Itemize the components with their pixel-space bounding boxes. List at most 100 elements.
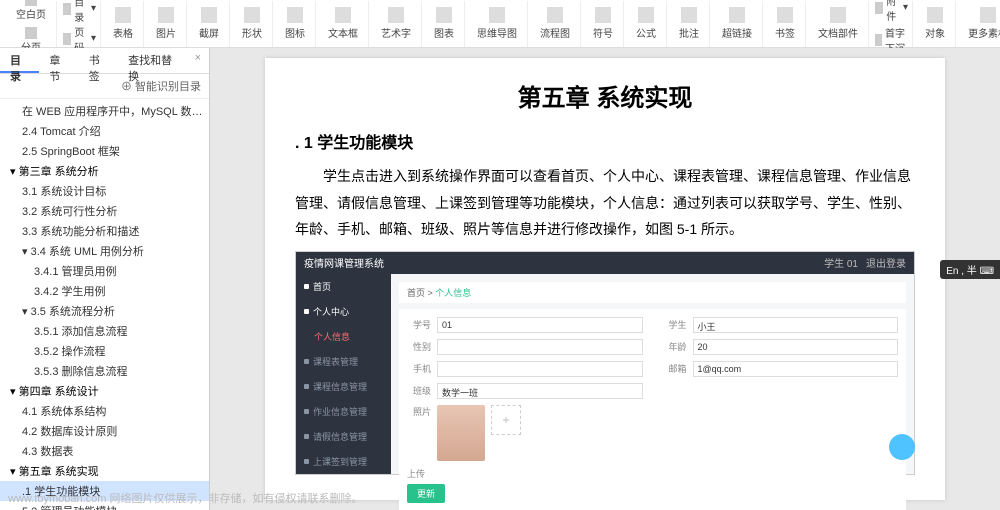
label-photo: 照片 xyxy=(407,405,431,418)
hyperlink-icon xyxy=(729,7,745,23)
outline-item[interactable]: 2.4 Tomcat 介绍 xyxy=(0,121,209,141)
outline-item[interactable]: 3.4.1 管理员用例 xyxy=(0,261,209,281)
input-email: 1@qq.com xyxy=(693,361,899,377)
sidebar-item-checkin: 上课签到管理 xyxy=(296,449,391,474)
app-logout: 退出登录 xyxy=(866,255,906,270)
label-name: 学生 xyxy=(663,318,687,331)
outline-item[interactable]: ▾ 第三章 系统分析 xyxy=(0,161,209,181)
checkin-icon xyxy=(304,459,309,464)
more-material-button[interactable]: 更多素材 xyxy=(962,5,1000,42)
artword-button[interactable]: 艺术字 xyxy=(375,5,417,42)
page: 第五章 系统实现 . 1 学生功能模块 学生点击进入到系统操作界面可以查看首页、… xyxy=(265,58,945,500)
label-class: 班级 xyxy=(407,384,431,397)
picture-icon xyxy=(158,7,174,23)
input-class: 数学一班 xyxy=(437,383,643,399)
input-sid: 01 xyxy=(437,317,643,333)
iconlib-icon xyxy=(287,7,303,23)
textbox-button[interactable]: 文本框 xyxy=(322,5,364,42)
outline-item[interactable]: 3.4.2 学生用例 xyxy=(0,281,209,301)
dropcap-icon xyxy=(875,34,882,46)
sidebar-item-center: 个人中心 xyxy=(296,299,391,324)
app-sidebar: 首页 个人中心 个人信息 课程表管理 课程信息管理 作业信息管理 请假信息管理 … xyxy=(296,274,391,474)
outline-item[interactable]: 3.3 系统功能分析和描述 xyxy=(0,221,209,241)
docpart-button[interactable]: 文档部件 xyxy=(812,5,864,42)
section-title: . 1 学生功能模块 xyxy=(295,129,915,153)
label-phone: 手机 xyxy=(407,362,431,375)
outline-item[interactable]: 4.3 数据表 xyxy=(0,441,209,461)
home-icon xyxy=(304,284,309,289)
formula-button[interactable]: 公式 xyxy=(630,5,662,42)
smart-toc-button[interactable]: ⊕ 智能识别目录 xyxy=(121,78,201,94)
photo-thumbnail xyxy=(437,405,485,461)
table-icon xyxy=(115,7,131,23)
label-age: 年龄 xyxy=(663,340,687,353)
outline-item[interactable]: ▾ 第四章 系统设计 xyxy=(0,381,209,401)
bookmark-icon xyxy=(777,7,793,23)
body-paragraph: 学生点击进入到系统操作界面可以查看首页、个人中心、课程表管理、课程信息管理、作业… xyxy=(295,163,915,243)
user-icon xyxy=(304,309,309,314)
chart-icon xyxy=(436,7,452,23)
attach-button[interactable]: 附件 ▾ xyxy=(875,0,908,23)
sidebar-item-coursetable: 课程表管理 xyxy=(296,349,391,374)
breadcrumb: 首页 > 个人信息 xyxy=(399,282,906,303)
outline-item[interactable]: 3.5.2 操作流程 xyxy=(0,341,209,361)
flowchart-button[interactable]: 流程图 xyxy=(534,5,576,42)
sidebar-item-courseinfo: 课程信息管理 xyxy=(296,374,391,399)
symbol-button[interactable]: 符号 xyxy=(587,5,619,42)
outline-item[interactable]: 2.5 SpringBoot 框架 xyxy=(0,141,209,161)
outline-list[interactable]: 在 WEB 应用程序开中，MySQL 数据库是传个普遍使用...2.4 Tomc… xyxy=(0,99,209,510)
hyperlink-button[interactable]: 超链接 xyxy=(716,5,758,42)
sidebar-item-homework: 作业信息管理 xyxy=(296,399,391,424)
iconlib-button[interactable]: 图标 xyxy=(279,5,311,42)
catalog-button[interactable]: 目录 ▾ xyxy=(63,0,96,24)
attach-icon xyxy=(875,2,883,14)
app-title: 疫情网课管理系统 xyxy=(304,255,384,270)
outline-item[interactable]: 3.5.3 删除信息流程 xyxy=(0,361,209,381)
catalog-icon xyxy=(63,3,71,15)
shape-icon xyxy=(244,7,260,23)
label-email: 邮箱 xyxy=(663,362,687,375)
tab-findreplace[interactable]: 查找和替换 xyxy=(118,48,186,73)
mindmap-icon xyxy=(489,7,505,23)
ime-indicator[interactable]: En , 半 ⌨ xyxy=(940,260,1000,279)
mindmap-button[interactable]: 思维导图 xyxy=(471,5,523,42)
object-button[interactable]: 对象 xyxy=(919,5,951,42)
outline-item[interactable]: ▾ 3.5 系统流程分析 xyxy=(0,301,209,321)
document-area[interactable]: 第五章 系统实现 . 1 学生功能模块 学生点击进入到系统操作界面可以查看首页、… xyxy=(210,48,1000,510)
homework-icon xyxy=(304,409,309,414)
outline-item[interactable]: 4.2 数据库设计原则 xyxy=(0,421,209,441)
bookmark-button[interactable]: 书签 xyxy=(769,5,801,42)
picture-button[interactable]: 图片 xyxy=(150,5,182,42)
outline-item[interactable]: 3.5.1 添加信息流程 xyxy=(0,321,209,341)
input-name: 小王 xyxy=(693,317,899,333)
outline-item[interactable]: ▾ 3.4 系统 UML 用例分析 xyxy=(0,241,209,261)
blank-page-button[interactable]: 空白页 xyxy=(10,0,52,23)
float-action-button xyxy=(889,434,915,460)
outline-item[interactable]: ▾ 第五章 系统实现 xyxy=(0,461,209,481)
comment-button[interactable]: 批注 xyxy=(673,5,705,42)
pagenum-icon xyxy=(63,33,71,45)
tab-toc[interactable]: 目录 xyxy=(0,48,39,73)
outline-item[interactable]: 3.2 系统可行性分析 xyxy=(0,201,209,221)
save-button: 更新 xyxy=(407,484,445,503)
sidebar-item-leave: 请假信息管理 xyxy=(296,424,391,449)
more-icon xyxy=(980,7,996,23)
figure-5-1: 疫情网课管理系统 学生 01 退出登录 首页 个人中心 个人信息 课程表管理 课… xyxy=(295,251,915,475)
flowchart-icon xyxy=(547,7,563,23)
table-button[interactable]: 表格 xyxy=(107,5,139,42)
outline-item[interactable]: 3.1 系统设计目标 xyxy=(0,181,209,201)
input-phone xyxy=(437,361,643,377)
outline-item[interactable]: 在 WEB 应用程序开中，MySQL 数据库是传个普遍使用... xyxy=(0,101,209,121)
book-icon xyxy=(304,384,309,389)
tab-bookmark[interactable]: 书签 xyxy=(79,48,118,73)
chart-button[interactable]: 图表 xyxy=(428,5,460,42)
upload-button: + xyxy=(491,405,521,435)
outline-item[interactable]: 4.1 系统体系结构 xyxy=(0,401,209,421)
screenshot-button[interactable]: 截屏 xyxy=(193,5,225,42)
app-user: 学生 01 xyxy=(824,255,858,270)
sidebar-item-home: 首页 xyxy=(296,274,391,299)
tab-chapter[interactable]: 章节 xyxy=(39,48,78,73)
docpart-icon xyxy=(830,7,846,23)
close-panel-button[interactable]: × xyxy=(187,48,209,73)
shape-button[interactable]: 形状 xyxy=(236,5,268,42)
